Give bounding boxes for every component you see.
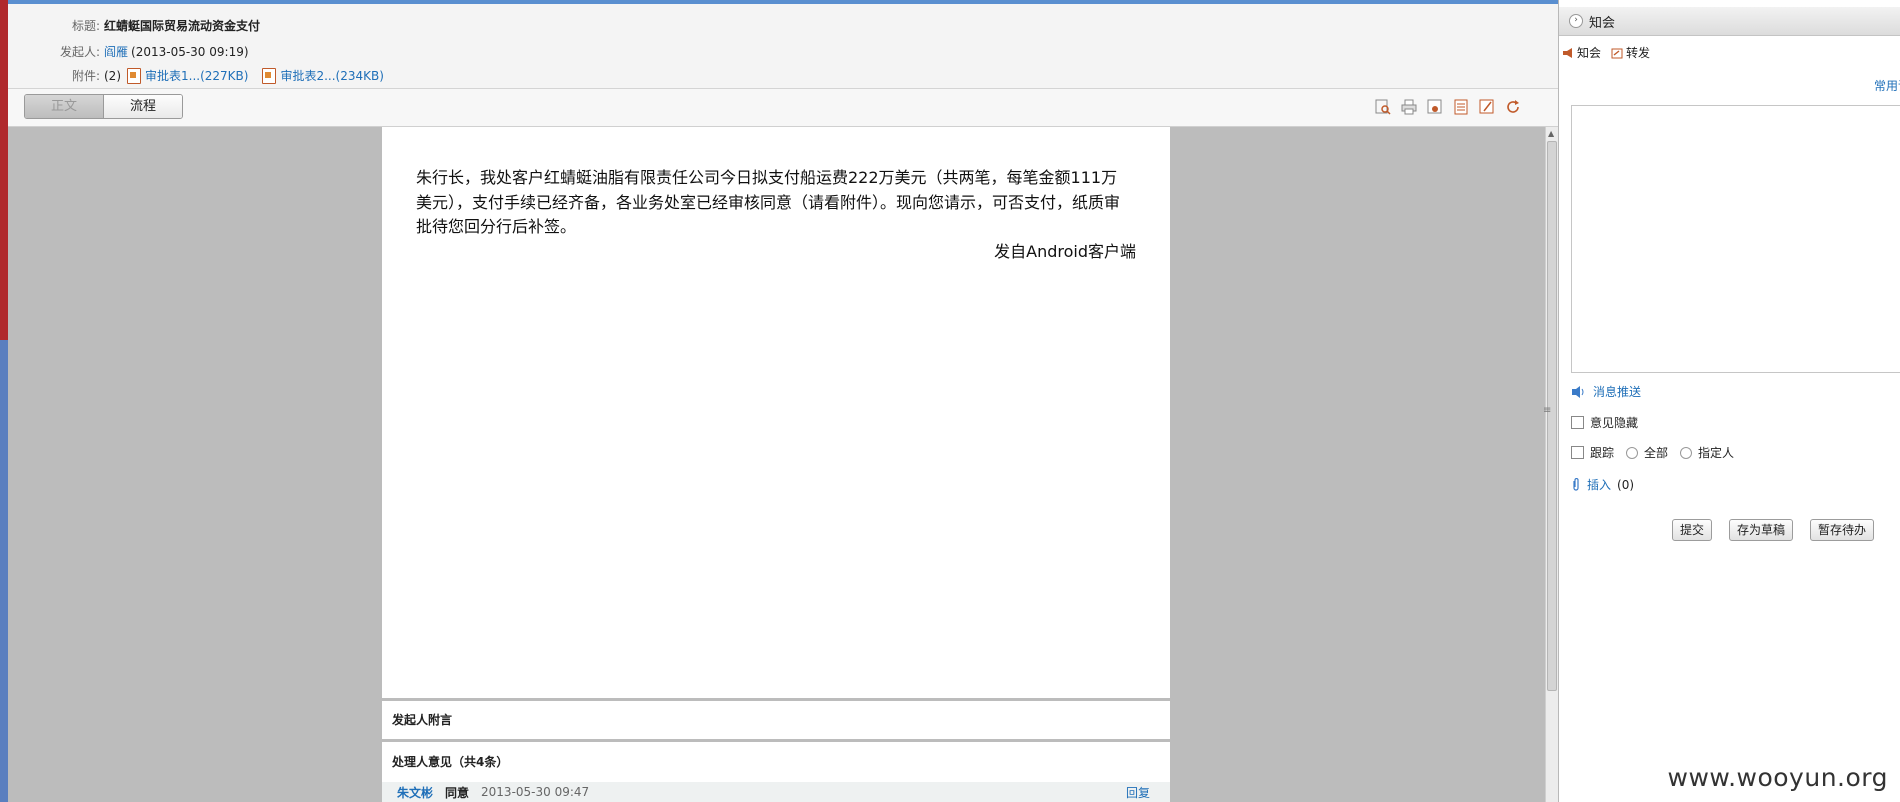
zoom-icon[interactable] [1373,98,1393,116]
sender-name-link[interactable]: 阎雁 [104,43,128,60]
document-signature: 发自Android客户端 [994,242,1136,261]
attachment-label: 附件: [71,69,100,83]
track-all-label: 全部 [1644,446,1669,460]
sender-row: 发起人: 阎雁 (2013-05-30 09:19) [8,43,249,60]
common-phrases-link[interactable]: 常用语 [1874,77,1900,94]
hide-opinion-label: 意见隐藏 [1590,416,1639,430]
message-push-row: 消息推送 [1571,383,1641,400]
tab-bar: 正文 流程 [8,89,1558,127]
print-icon[interactable] [1399,98,1419,116]
toolbar [1373,98,1523,116]
tab-notify[interactable]: 知会 [1562,44,1601,61]
attachment-file-icon [127,67,141,84]
mail-header: 标题: 红蜻蜓国际贸易流动资金支付 发起人: 阎雁 (2013-05-30 09… [8,4,1558,89]
edit-icon[interactable] [1477,98,1497,116]
forward-icon [1611,48,1623,58]
title-value: 红蜻蜓国际贸易流动资金支付 [104,19,261,33]
tab-forward[interactable]: 转发 [1611,44,1650,61]
reply-link[interactable]: 回复 [1126,784,1150,801]
opinion-row: 朱文彬 同意 2013-05-30 09:47 回复 [382,782,1170,802]
notify-icon [1563,47,1572,58]
document-scrollbar[interactable]: ▲ [1545,127,1559,802]
hide-opinion-checkbox[interactable] [1571,416,1584,429]
message-push-link[interactable]: 消息推送 [1593,383,1641,400]
attachment-count: (2) [104,68,121,83]
title-row: 标题: 红蜻蜓国际贸易流动资金支付 [8,17,260,34]
tab-forward-label: 转发 [1626,46,1651,60]
opinion-author-link[interactable]: 朱文彬 [397,784,433,801]
opinion-time: 2013-05-30 09:47 [481,785,590,799]
sender-label: 发起人: [59,45,100,59]
track-checkbox[interactable] [1571,446,1584,459]
right-panel-header: › 知会 [1559,7,1900,36]
track-row: 跟踪 全部 指定人 [1571,444,1734,461]
track-specified-label: 指定人 [1698,446,1735,460]
tab-notify-label: 知会 [1577,46,1602,60]
tab-body[interactable]: 正文 [25,95,103,118]
save-pending-button[interactable]: 暂存待办 [1810,519,1875,541]
insert-row: 插入 (0) [1571,476,1634,493]
panel-splitter-icon[interactable]: ≡ [1543,405,1551,416]
right-panel: › 知会 知会 转发 常用语 消息推送 意见隐藏 跟踪 全部 指定人 插入 (0… [1558,0,1900,802]
watermark-text: www.wooyun.org [1667,763,1888,792]
sender-note-header: 发起人附言 [382,701,1170,739]
save-icon[interactable] [1425,98,1445,116]
insert-count: (0) [1617,477,1635,492]
right-panel-tabs: 知会 转发 [1562,44,1650,61]
collapse-chevron-icon[interactable]: › [1569,14,1583,28]
track-label: 跟踪 [1590,446,1615,460]
title-label: 标题: [71,19,100,33]
view-tabs: 正文 流程 [24,94,183,119]
attachment-link-1[interactable]: 审批表1...(227KB) [145,67,248,84]
paperclip-icon [1573,477,1579,491]
document-page: 朱行长，我处客户红蜻蜓油脂有限责任公司今日拟支付船运费222万美元（共两笔，每笔… [382,127,1170,698]
sender-time: (2013-05-30 09:19) [131,44,249,59]
scroll-thumb[interactable] [1547,141,1557,691]
hide-opinion-row: 意见隐藏 [1571,414,1638,431]
opinions-header: 处理人意见（共4条） [382,742,1170,782]
attachment-file-icon [262,67,277,84]
save-draft-button[interactable]: 存为草稿 [1729,519,1794,541]
document-body: 朱行长，我处客户红蜻蜓油脂有限责任公司今日拟支付船运费222万美元（共两笔，每笔… [416,168,1121,236]
speaker-icon [1572,385,1584,398]
right-panel-title: 知会 [1589,15,1616,31]
action-buttons: 提交 存为草稿 暂存待办 [1672,519,1875,541]
opinion-status: 同意 [445,785,470,800]
document-area: 朱行长，我处客户红蜻蜓油脂有限责任公司今日拟支付船运费222万美元（共两笔，每笔… [8,127,1545,802]
attachment-row: 附件: (2) 审批表1...(227KB) 审批表2...(234KB) [8,67,384,84]
doc-icon[interactable] [1451,98,1471,116]
tab-flow[interactable]: 流程 [103,95,182,118]
window-edge-top [0,0,8,340]
scroll-up-icon[interactable]: ▲ [1548,129,1554,138]
submit-button[interactable]: 提交 [1672,519,1713,541]
track-all-radio[interactable] [1626,446,1639,459]
window-edge [0,340,8,802]
refresh-icon[interactable] [1503,98,1523,116]
insert-link[interactable]: 插入 [1587,476,1611,493]
opinion-textarea[interactable] [1571,105,1900,373]
track-specified-radio[interactable] [1680,446,1693,459]
attachment-link-2[interactable]: 审批表2...(234KB) [280,67,383,84]
